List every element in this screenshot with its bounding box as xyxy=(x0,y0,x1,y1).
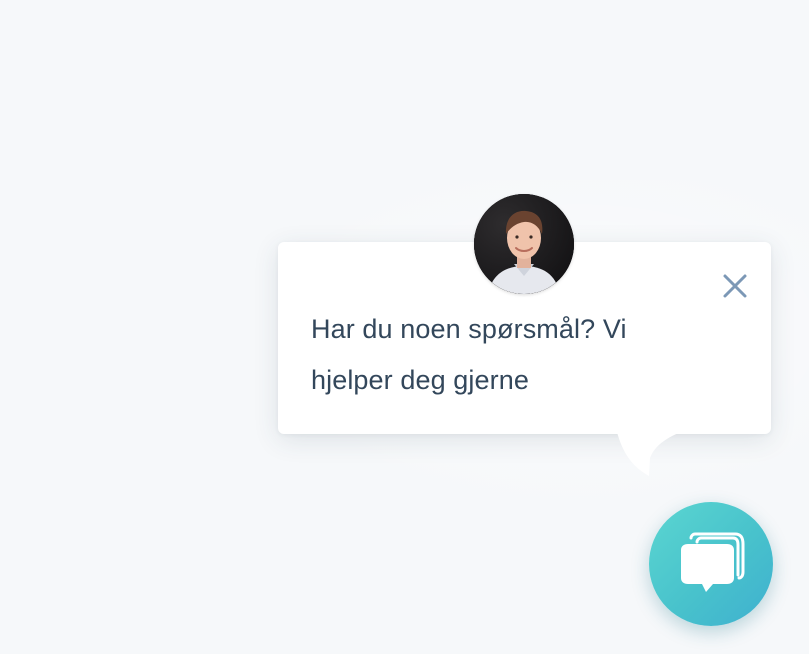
chat-launcher-button[interactable] xyxy=(649,502,773,626)
welcome-message-text: Har du noen spørsmål? Vi hjelper deg gje… xyxy=(311,314,627,395)
close-icon xyxy=(723,274,747,298)
chat-widget-page: Har du noen spørsmål? Vi hjelper deg gje… xyxy=(0,0,809,654)
speech-bubble-tail xyxy=(616,428,692,476)
chat-bubbles-icon xyxy=(681,532,745,592)
agent-avatar xyxy=(474,194,574,294)
close-button[interactable] xyxy=(719,270,751,302)
